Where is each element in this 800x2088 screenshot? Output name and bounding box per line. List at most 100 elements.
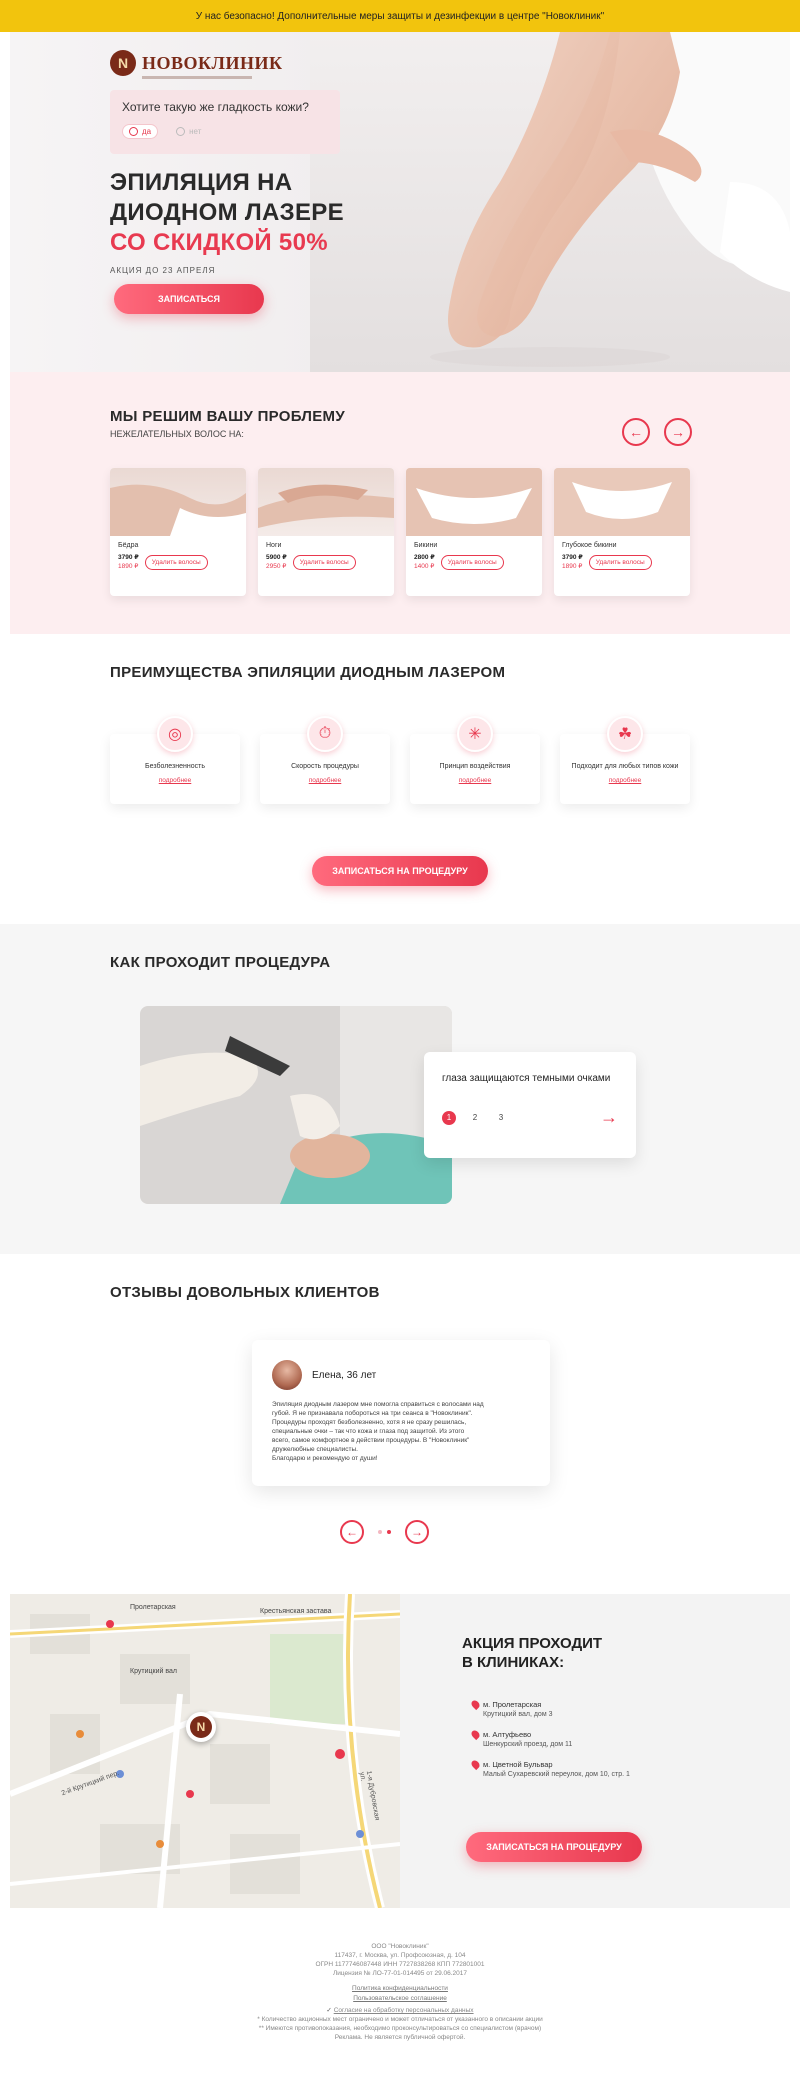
hero-legs-photo: [310, 32, 790, 372]
company-name: ООО "Новоклиник": [371, 1943, 429, 1950]
zone-card: Глубокое бикини 3790 ₽ 1890 ₽ Удалить вол…: [554, 468, 690, 596]
privacy-policy-link[interactable]: Политика конфиденциальности: [0, 1984, 800, 1994]
map-pin-icon[interactable]: N: [186, 1712, 216, 1742]
metro-station: м. Пролетарская: [483, 1700, 542, 1709]
review-line: специальные очки – так что кожа и глаза …: [272, 1428, 465, 1435]
advantage-name: Принцип воздействия: [439, 763, 511, 770]
logo-tagline-line: [142, 76, 252, 79]
clinics-signup-button[interactable]: ЗАПИСАТЬСЯ НА ПРОЦЕДУРУ: [466, 1832, 642, 1862]
map-label: Пролетарская: [130, 1604, 176, 1611]
reviewer-name: Елена, 36 лет: [312, 1369, 377, 1381]
company-registration: ОГРН 1177746087448 ИНН 7727838268 КПП 77…: [315, 1961, 485, 1968]
price-new: 1890 ₽: [118, 563, 139, 570]
painless-icon: ◎: [157, 716, 193, 752]
zone-name: Ноги: [266, 542, 282, 549]
logo-icon: N: [110, 50, 136, 76]
remove-hair-button[interactable]: Удалить волосы: [588, 554, 652, 570]
price-old: 3790 ₽: [118, 554, 139, 561]
zone-card: Бикини 2800 ₽ 1400 ₽ Удалить волосы: [406, 468, 542, 596]
section-title: ПРЕИМУЩЕСТВА ЭПИЛЯЦИИ ДИОДНЫМ ЛАЗЕРОМ: [110, 664, 506, 681]
clinic-map[interactable]: Пролетарская Крестьянская застава Крутиц…: [10, 1594, 400, 1908]
arrow-left-icon: ←: [346, 1525, 358, 1539]
remove-hair-button[interactable]: Удалить волосы: [144, 554, 208, 570]
quiz-question: Хотите такую же гладкость кожи?: [122, 100, 309, 114]
remove-hair-button[interactable]: Удалить волосы: [440, 554, 504, 570]
more-link[interactable]: подробнее: [560, 777, 690, 784]
advantage-name: Безболезненность: [145, 763, 205, 770]
skin-icon: ☘: [607, 716, 643, 752]
review-dot[interactable]: [387, 1530, 391, 1534]
map-label: Крутицкий вал: [130, 1668, 177, 1675]
clinics-title-line2: В КЛИНИКАХ:: [462, 1654, 565, 1671]
advantage-card: ◎ Безболезненность подробнее: [110, 716, 240, 804]
consent-link[interactable]: Согласие на обработку персональных данны…: [334, 2007, 474, 2014]
price-new: 2950 ₽: [266, 563, 287, 570]
section-title: КАК ПРОХОДИТ ПРОЦЕДУРА: [110, 954, 331, 971]
street-address: Малый Сухаревский переулок, дом 10, стр.…: [483, 1771, 630, 1778]
address-item: м. Алтуфьево Шенкурский проезд, дом 11: [469, 1728, 630, 1748]
promo-date: АКЦИЯ ДО 23 АПРЕЛЯ: [110, 266, 216, 275]
advantages-section: ПРЕИМУЩЕСТВА ЭПИЛЯЦИИ ДИОДНЫМ ЛАЗЕРОМ ◎ …: [10, 634, 790, 924]
arrow-right-icon: →: [671, 424, 685, 440]
advantage-card: ⏱ Скорость процедуры подробнее: [260, 716, 390, 804]
quiz-option-label: да: [142, 127, 152, 136]
reviews-section: ОТЗЫВЫ ДОВОЛЬНЫХ КЛИЕНТОВ Елена, 36 лет …: [0, 1254, 800, 1594]
brand-logo[interactable]: N НОВОКЛИНИК: [110, 50, 283, 76]
clinics-title: АКЦИЯ ПРОХОДИТ В КЛИНИКАХ:: [462, 1634, 602, 1672]
price-old: 3790 ₽: [562, 554, 583, 561]
review-line: губой. Я не признавала побороться на три…: [272, 1410, 473, 1417]
more-link[interactable]: подробнее: [410, 777, 540, 784]
quiz-option-yes[interactable]: да: [122, 124, 159, 139]
metro-station: м. Цветной Бульвар: [483, 1760, 553, 1769]
zone-photo: [554, 468, 690, 536]
step-dot[interactable]: 1: [442, 1110, 456, 1125]
hero-title-line1: ЭПИЛЯЦИЯ НА: [110, 169, 293, 196]
advantage-name: Скорость процедуры: [291, 763, 359, 770]
review-card: Елена, 36 лет Эпиляция диодным лазером м…: [252, 1340, 550, 1486]
reviews-next-button[interactable]: →: [405, 1520, 429, 1544]
company-address: 117437, г. Москва, ул. Профсоюзная, д. 1…: [334, 1952, 466, 1959]
advantages-signup-button[interactable]: ЗАПИСАТЬСЯ НА ПРОЦЕДУРУ: [312, 856, 488, 886]
laser-icon: ✳: [457, 716, 493, 752]
hero-title: ЭПИЛЯЦИЯ НА ДИОДНОМ ЛАЗЕРЕ СО СКИДКОЙ 50…: [110, 168, 344, 258]
review-line: Процедуры проходят безболезненно, хотя я…: [272, 1419, 467, 1426]
clinics-title-line1: АКЦИЯ ПРОХОДИТ: [462, 1635, 603, 1652]
review-dot[interactable]: [378, 1530, 382, 1534]
arrow-right-icon: →: [411, 1525, 423, 1539]
next-step-arrow-icon[interactable]: →: [600, 1107, 618, 1128]
map-label: Крестьянская застава: [260, 1608, 332, 1615]
price-new: 1400 ₽: [414, 563, 435, 570]
footnote: Реклама. Не является публичной офертой.: [334, 2034, 466, 2041]
more-link[interactable]: подробнее: [110, 777, 240, 784]
section-title: МЫ РЕШИМ ВАШУ ПРОБЛЕМУ: [110, 408, 345, 425]
carousel-next-button[interactable]: →: [664, 418, 692, 446]
hero-signup-button[interactable]: ЗАПИСАТЬСЯ: [114, 284, 264, 314]
review-line: Эпиляция диодным лазером мне помогла спр…: [272, 1401, 484, 1408]
carousel-prev-button[interactable]: ←: [622, 418, 650, 446]
price-new: 1890 ₽: [562, 563, 583, 570]
section-title: ОТЗЫВЫ ДОВОЛЬНЫХ КЛИЕНТОВ: [110, 1284, 380, 1301]
location-pin-icon: [469, 1758, 482, 1771]
radio-empty-icon: [176, 127, 186, 136]
logo-text: НОВОКЛИНИК: [142, 52, 283, 73]
company-license: Лицензия № ЛО-77-01-014495 от 29.06.2017: [332, 1970, 468, 1977]
review-text: Эпиляция диодным лазером мне помогла спр…: [272, 1400, 530, 1463]
location-pin-icon: [469, 1698, 482, 1711]
zone-card: Бёдра 3790 ₽ 1890 ₽ Удалить волосы: [110, 468, 246, 596]
zone-photo: [110, 468, 246, 536]
quiz-option-label: нет: [189, 127, 202, 136]
zone-card: Ноги 5900 ₽ 2950 ₽ Удалить волосы: [258, 468, 394, 596]
quiz-option-no[interactable]: нет: [170, 124, 207, 139]
step-dot[interactable]: 3: [494, 1111, 508, 1125]
reviews-prev-button[interactable]: ←: [340, 1520, 364, 1544]
top-announcement-bar: У нас безопасно! Дополнительные меры защ…: [0, 0, 800, 32]
remove-hair-button[interactable]: Удалить волосы: [292, 554, 356, 570]
price-old: 5900 ₽: [266, 554, 287, 561]
address-item: м. Цветной Бульвар Малый Сухаревский пер…: [469, 1758, 630, 1778]
step-dot[interactable]: 2: [468, 1111, 482, 1125]
more-link[interactable]: подробнее: [260, 777, 390, 784]
user-agreement-link[interactable]: Пользовательское соглашение: [0, 1994, 800, 2004]
check-icon: ✓: [326, 2007, 332, 2014]
street-address: Шенкурский проезд, дом 11: [483, 1741, 573, 1748]
review-line: дружелюбные специалисты.: [272, 1446, 358, 1453]
